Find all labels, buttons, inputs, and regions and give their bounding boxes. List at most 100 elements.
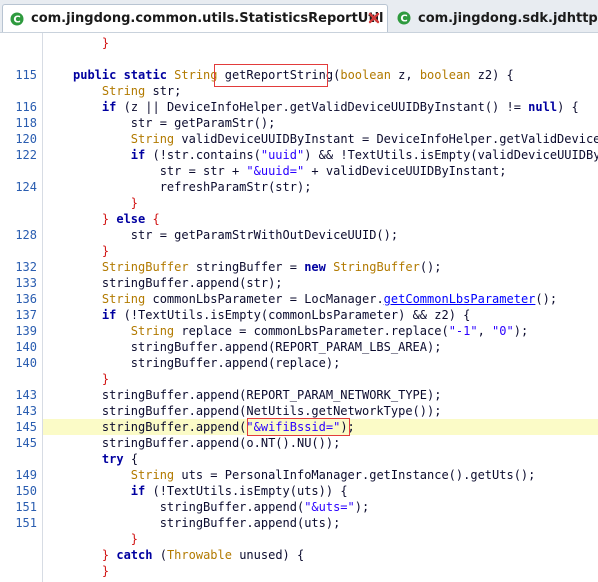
code-token: ( [159,548,167,562]
code-text: } [73,35,109,51]
line-number: 143 [15,404,37,418]
line-number: 133 [15,276,37,290]
code-token: stringBuffer.append(replace); [73,356,341,370]
code-token: } [130,532,139,546]
code-text: StringBuffer stringBuffer = new StringBu… [73,259,442,275]
code-text: if (!TextUtils.isEmpty(commonLbsParamete… [73,307,470,323]
line-number: 118 [15,116,37,130]
code-line: 150 if (!TextUtils.isEmpty(uts)) { [0,483,598,499]
code-token: } [101,564,110,578]
svg-text:C: C [13,14,20,25]
line-number: 151 [15,500,37,514]
line-number: 124 [15,180,37,194]
line-number: 143 [15,388,37,402]
code-token: StringBuffer [101,260,196,274]
line-number: 145 [15,436,37,450]
code-line: 124 refreshParamStr(str); [0,179,598,195]
code-token: } [101,36,110,50]
code-token: null [528,100,558,114]
code-token: replace = commonLbsParameter.replace( [181,324,449,338]
code-text: String validDeviceUUIDByInstant = Device… [73,131,598,147]
code-token: (!str.contains( [152,148,261,162]
line-number: 132 [15,260,37,274]
code-line: 139 String replace = commonLbsParameter.… [0,323,598,339]
code-token: else [116,212,153,226]
code-token: stringBuffer.append(str); [73,276,283,290]
code-line: 145 stringBuffer.append(o.NT().NU()); [0,435,598,451]
line-number: 122 [15,148,37,162]
code-token: "uuid" [260,148,305,162]
code-token: (!TextUtils.isEmpty(uts)) { [152,484,348,498]
tab-statistics-report-util[interactable]: C com.jingdong.common.utils.StatisticsRe… [2,4,388,32]
code-token: stringBuffer.append( [73,420,247,434]
line-number: 140 [15,356,37,370]
code-token: , [477,324,493,338]
code-line: 128 str = getParamStrWithOutDeviceUUID()… [0,227,598,243]
code-text: str = getParamStr(); [73,115,276,131]
code-token: "0" [492,324,514,338]
code-line: 149 String uts = PersonalInfoManager.get… [0,467,598,483]
code-token: String [130,324,182,338]
code-text: stringBuffer.append(NetUtils.getNetworkT… [73,403,442,419]
line-number: 140 [15,340,37,354]
code-token: getCommonLbsParameter [383,292,536,306]
code-text: String commonLbsParameter = LocManager.g… [73,291,557,307]
code-text: stringBuffer.append(uts); [73,515,341,531]
line-number: 145 [15,420,37,434]
code-token: try [101,452,131,466]
code-token: } [101,548,117,562]
code-text: stringBuffer.append(replace); [73,355,341,371]
code-token: unused) { [239,548,305,562]
code-text: refreshParamStr(str); [73,179,312,195]
code-token: String [101,292,153,306]
tab-jdhttpdns[interactable]: C com.jingdong.sdk.jdhttpdns [390,4,598,32]
code-line: try { [0,451,598,467]
code-text: String replace = commonLbsParameter.repl… [73,323,528,339]
code-token: { [152,212,160,226]
code-text: if (!str.contains("uuid") && !TextUtils.… [73,147,598,163]
code-token: (!TextUtils.isEmpty(commonLbsParameter) … [123,308,471,322]
code-token: refreshParamStr(str); [73,180,312,194]
code-token: if [101,100,124,114]
code-line: 145 stringBuffer.append("&wifiBssid="); [0,419,598,435]
code-token: stringBuffer.append(REPORT_PARAM_LBS_ARE… [73,340,442,354]
code-text: String str; [73,83,181,99]
code-token: ); [354,500,370,514]
code-line: 116 if (z || DeviceInfoHelper.getValidDe… [0,99,598,115]
code-line: } catch (Throwable unused) { [0,547,598,563]
code-token: stringBuffer.append( [73,500,305,514]
line-number: 128 [15,228,37,242]
code-token: "&uuid=" [246,164,305,178]
code-line: } [0,563,598,579]
code-token: "&uts=" [304,500,355,514]
java-class-icon: C [396,10,412,26]
code-token: + validDeviceUUIDByInstant; [304,164,507,178]
code-token: if [130,484,153,498]
code-token: String [174,68,225,82]
code-line: String str; [0,83,598,99]
code-line: 115 public static String getReportString(… [0,67,598,83]
line-number: 136 [15,292,37,306]
code-editor[interactable]: } 115 public static String getReportString… [0,33,598,582]
svg-text:C: C [400,14,407,25]
java-class-icon: C [9,11,25,27]
code-token: boolean [419,68,478,82]
code-text: stringBuffer.append(REPORT_PARAM_NETWORK… [73,387,442,403]
code-line: 140 stringBuffer.append(replace); [0,355,598,371]
close-icon[interactable] [367,11,381,25]
code-text: if (!TextUtils.isEmpty(uts)) { [73,483,348,499]
tab-label: com.jingdong.common.utils.StatisticsRepo… [31,11,384,26]
code-text: stringBuffer.append("&uts="); [73,499,370,515]
code-token: (); [419,260,442,274]
code-line: } [0,371,598,387]
code-token: ) { [557,100,579,114]
